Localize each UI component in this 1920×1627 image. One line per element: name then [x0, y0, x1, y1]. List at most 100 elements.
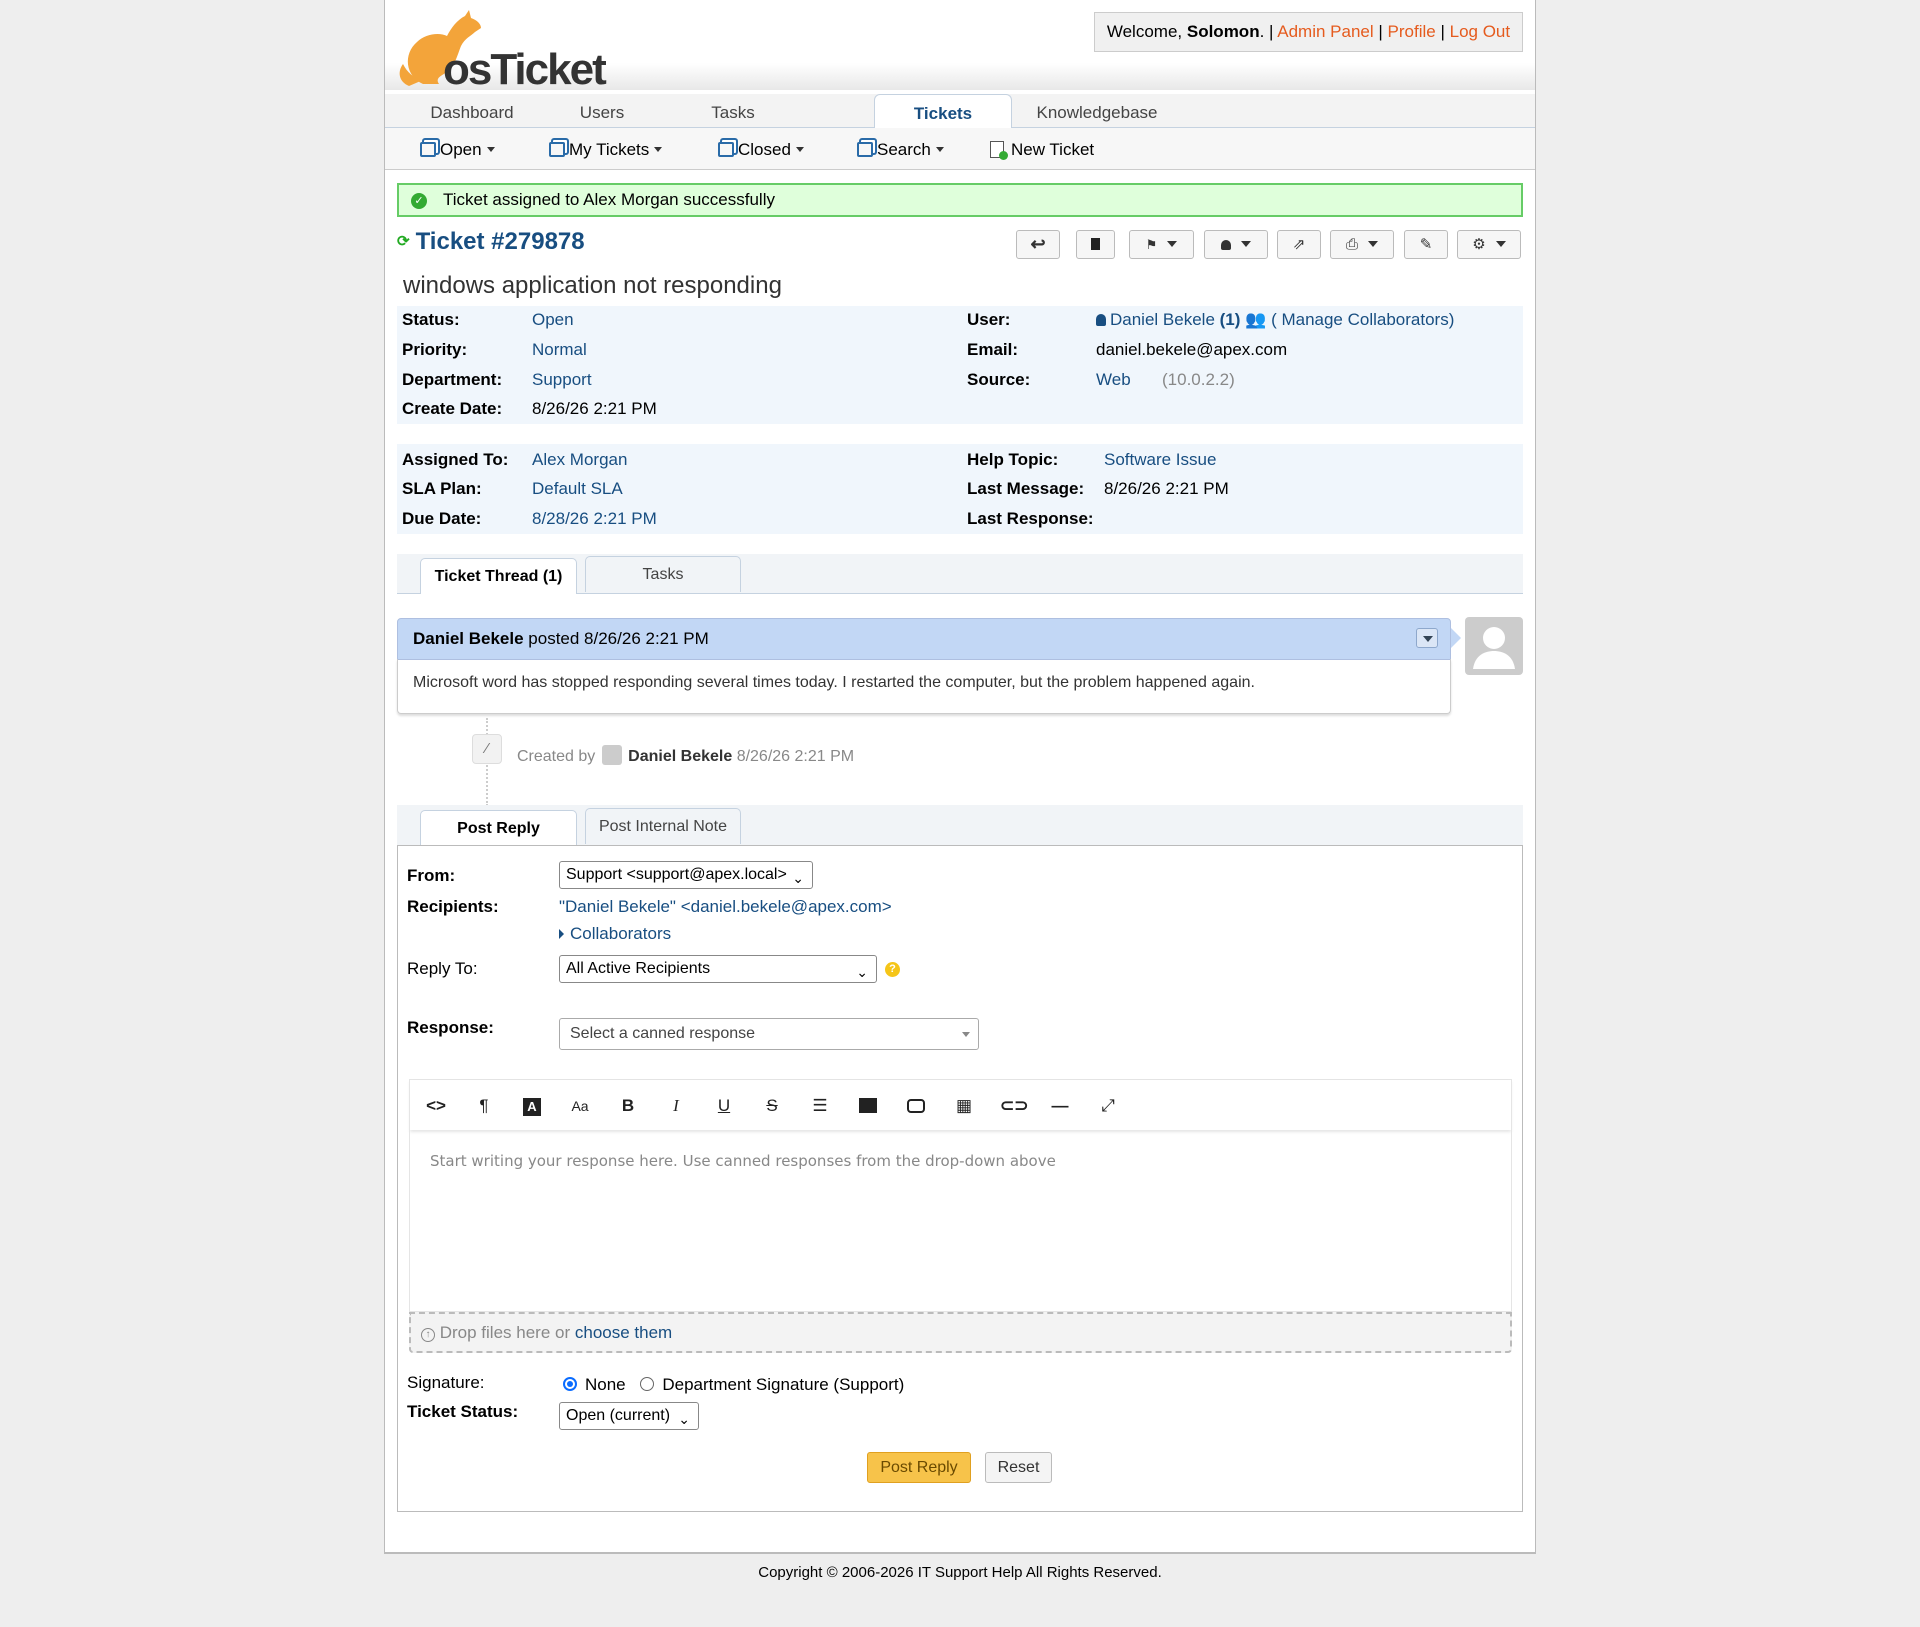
paragraph-icon[interactable]: ¶ [472, 1094, 496, 1118]
thread-tabs-bar: Ticket Thread (1) Tasks [397, 554, 1523, 594]
thread-pointer [1451, 628, 1461, 648]
closed-menu[interactable]: Closed [718, 140, 804, 160]
assigned-value[interactable]: Alex Morgan [532, 450, 627, 470]
reply-to-select[interactable]: All Active Recipients ⌄ [559, 955, 877, 983]
my-tickets-label: My Tickets [569, 140, 650, 159]
document-icon [1091, 238, 1100, 250]
admin-panel-link[interactable]: Admin Panel [1277, 22, 1373, 41]
my-tickets-menu[interactable]: My Tickets [549, 140, 663, 160]
signature-dept-radio[interactable] [640, 1377, 655, 1391]
user-info-box: Welcome, Solomon. | Admin Panel | Profil… [1094, 12, 1523, 52]
status-value[interactable]: Open [532, 310, 574, 330]
flag-icon: ⚑ [1145, 237, 1158, 252]
user-label: User: [967, 310, 1011, 329]
strikethrough-icon[interactable]: S [760, 1094, 784, 1118]
print-doc-button[interactable] [1076, 230, 1115, 259]
transfer-button[interactable]: ⇗ [1277, 230, 1321, 259]
code-view-icon[interactable]: <> [424, 1094, 448, 1118]
from-select[interactable]: Support <support@apex.local> ⌄ [559, 861, 813, 889]
signature-none-label: None [585, 1375, 626, 1394]
flag-dropdown-button[interactable]: ⚑ [1129, 230, 1194, 259]
new-ticket-icon [990, 141, 1008, 160]
print-dropdown-button[interactable]: ⎙ [1330, 230, 1394, 259]
caret-down-icon [1495, 241, 1506, 247]
help-icon[interactable]: ? [885, 962, 900, 977]
choose-files-link[interactable]: choose them [575, 1323, 672, 1342]
user-count: (1) [1219, 310, 1241, 329]
tab-ticket-thread[interactable]: Ticket Thread (1) [420, 558, 577, 594]
osticket-logo[interactable]: osTicket [395, 6, 635, 94]
new-ticket-link[interactable]: New Ticket [990, 140, 1094, 160]
canned-response-select[interactable]: Select a canned response [559, 1018, 979, 1050]
reset-button[interactable]: Reset [985, 1452, 1052, 1483]
signature-options: None Department Signature (Support) [563, 1375, 904, 1395]
table-icon[interactable]: ▦ [952, 1094, 976, 1118]
assign-dropdown-button[interactable] [1204, 230, 1268, 259]
avatar [1465, 617, 1523, 675]
due-date-value[interactable]: 8/28/26 2:21 PM [532, 509, 657, 529]
tab-knowledgebase[interactable]: Knowledgebase [1025, 94, 1169, 128]
alert-text: Ticket assigned to Alex Morgan successfu… [443, 190, 775, 209]
ticket-status-select[interactable]: Open (current) ⌄ [559, 1402, 699, 1430]
help-topic-value[interactable]: Software Issue [1104, 450, 1216, 470]
font-color-icon[interactable]: A [520, 1094, 544, 1118]
event-avatar-icon [601, 745, 622, 765]
open-menu[interactable]: Open [420, 140, 495, 160]
font-size-icon[interactable]: Aa [568, 1094, 592, 1118]
signature-label: Signature: [407, 1373, 485, 1392]
more-dropdown-button[interactable]: ⚙ [1457, 230, 1521, 259]
user-value: Daniel Bekele (1) 👥 ( Manage Collaborato… [1096, 310, 1454, 330]
caret-down-icon [1167, 241, 1178, 247]
tab-post-reply[interactable]: Post Reply [420, 810, 577, 846]
event-time: 8/26/26 2:21 PM [736, 748, 855, 765]
due-date-label: Due Date: [402, 509, 482, 528]
refresh-icon[interactable]: ⟳ [397, 233, 410, 250]
sla-value[interactable]: Default SLA [532, 479, 623, 499]
department-value[interactable]: Support [532, 370, 592, 390]
caret-down-icon [935, 147, 944, 152]
response-label: Response: [407, 1018, 494, 1037]
thread-entry-header: Daniel Bekele posted 8/26/26 2:21 PM [397, 618, 1451, 660]
edit-button[interactable]: ✎ [1404, 230, 1448, 259]
thread-options-dropdown[interactable] [1416, 628, 1438, 648]
manage-collaborators-link[interactable]: ( Manage Collaborators) [1271, 310, 1454, 329]
file-drop-zone[interactable]: ↑ Drop files here or choose them [409, 1312, 1512, 1353]
logout-link[interactable]: Log Out [1450, 22, 1511, 41]
profile-link[interactable]: Profile [1388, 22, 1436, 41]
tab-dashboard[interactable]: Dashboard [405, 94, 539, 128]
tab-post-internal-note[interactable]: Post Internal Note [585, 808, 741, 844]
italic-icon[interactable]: I [664, 1094, 688, 1118]
signature-none-radio[interactable] [563, 1377, 577, 1391]
tab-users[interactable]: Users [545, 94, 659, 128]
last-response-label: Last Response: [967, 509, 1094, 528]
fullscreen-icon[interactable]: ⤢ [1096, 1094, 1120, 1118]
collaborators-toggle[interactable]: Collaborators [559, 924, 671, 944]
link-icon[interactable]: ⊂⊃ [1000, 1094, 1029, 1118]
user-link[interactable]: Daniel Bekele [1110, 310, 1215, 329]
posted-time: posted 8/26/26 2:21 PM [523, 629, 709, 648]
tab-tickets[interactable]: Tickets [874, 94, 1012, 129]
ticket-number[interactable]: ⟳ Ticket #279878 [397, 228, 585, 256]
search-menu[interactable]: Search [857, 140, 944, 160]
image-icon[interactable] [856, 1094, 880, 1118]
bold-icon[interactable]: B [616, 1094, 640, 1118]
sub-nav: Open My Tickets Closed Search New Ticket [385, 128, 1535, 170]
print-icon: ⎙ [1345, 236, 1358, 253]
tab-tasks-thread[interactable]: Tasks [585, 556, 741, 592]
collaborators-icon: 👥 [1245, 310, 1267, 329]
editor-placeholder[interactable]: Start writing your response here. Use ca… [430, 1152, 1056, 1170]
priority-value[interactable]: Normal [532, 340, 587, 360]
recipients-value[interactable]: "Daniel Bekele" <daniel.bekele@apex.com> [559, 897, 892, 917]
ticket-number-text: Ticket #279878 [415, 228, 585, 255]
share-icon: ⇗ [1292, 236, 1306, 253]
post-reply-button[interactable]: Post Reply [867, 1452, 971, 1483]
list-icon[interactable]: ☰ [808, 1094, 832, 1118]
underline-icon[interactable]: U [712, 1094, 736, 1118]
sla-label: SLA Plan: [402, 479, 482, 498]
caret-down-icon [1423, 636, 1433, 642]
horizontal-rule-icon[interactable]: — [1048, 1094, 1072, 1118]
reply-action-button[interactable]: ↩ [1016, 230, 1060, 259]
video-icon[interactable] [904, 1094, 928, 1118]
source-value[interactable]: Web [1096, 370, 1131, 390]
tab-tasks[interactable]: Tasks [665, 94, 801, 128]
